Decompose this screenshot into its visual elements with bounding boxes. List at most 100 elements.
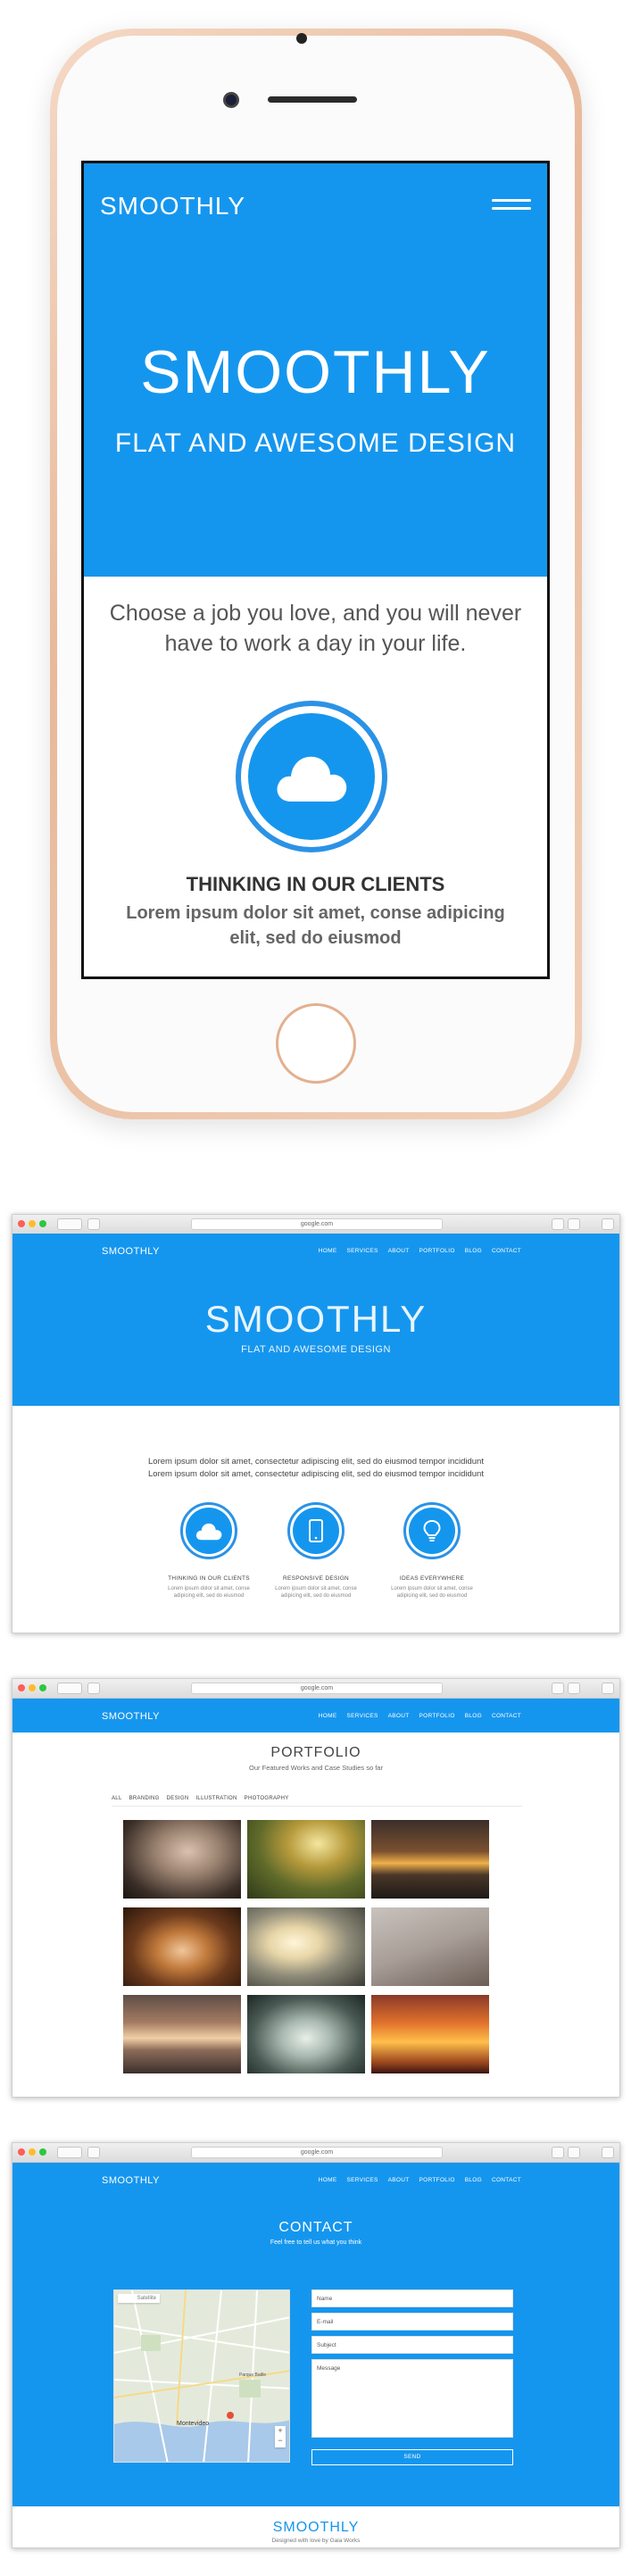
add-tab-icon[interactable]: [602, 1218, 614, 1230]
minimize-window-icon[interactable]: [29, 1220, 36, 1227]
site-brand[interactable]: SMOOTHLY: [102, 1246, 160, 1257]
minimize-window-icon[interactable]: [29, 2148, 36, 2156]
mobile-hero-title: SMOOTHLY: [140, 338, 491, 406]
filter-illustration[interactable]: ILLUSTRATION: [195, 1796, 237, 1801]
nav-item-about[interactable]: ABOUT: [388, 2177, 410, 2183]
address-bar[interactable]: google.com: [191, 2147, 443, 2158]
portfolio-thumb-jumping[interactable]: [371, 1995, 489, 2073]
portfolio-thumb-hands[interactable]: [123, 1907, 241, 1986]
nav-item-about[interactable]: ABOUT: [388, 1713, 410, 1719]
map-type-control: Map Satellite: [118, 2294, 161, 2303]
sidebar-icon[interactable]: [87, 1218, 100, 1230]
portfolio-thumb-forest[interactable]: [247, 1820, 365, 1899]
nav-item-blog[interactable]: BLOG: [465, 1248, 482, 1254]
filter-design[interactable]: DESIGN: [167, 1796, 189, 1801]
hamburger-menu-icon[interactable]: [492, 199, 531, 215]
footer-credit: Designed with love by Gaia Works: [271, 2538, 361, 2544]
front-camera-icon: [223, 92, 239, 108]
location-map[interactable]: Map Satellite Montevideo Parque Batlle +…: [113, 2289, 290, 2463]
zoom-window-icon[interactable]: [39, 1220, 46, 1227]
nav-item-portfolio[interactable]: PORTFOLIO: [419, 1248, 455, 1254]
portfolio-thumb-woman-water[interactable]: [247, 1995, 365, 2073]
portfolio-title: PORTFOLIO: [270, 1745, 361, 1760]
feature-card: IDEAS EVERYWHERE Lorem ipsum dolor sit a…: [361, 1502, 503, 1600]
share-icon[interactable]: [552, 2147, 564, 2158]
lead-line: Lorem ipsum dolor sit amet, consectetur …: [148, 1469, 484, 1479]
portfolio-thumb-sea-sunset[interactable]: [123, 1995, 241, 2073]
nav-item-home[interactable]: HOME: [319, 1248, 337, 1254]
filter-divider: [112, 1806, 522, 1807]
portfolio-filters: ALL BRANDING DESIGN ILLUSTRATION PHOTOGR…: [112, 1796, 289, 1801]
close-window-icon[interactable]: [18, 2148, 25, 2156]
nav-item-home[interactable]: HOME: [319, 1713, 337, 1719]
close-window-icon[interactable]: [18, 1684, 25, 1691]
back-forward-buttons[interactable]: [57, 1683, 82, 1694]
sidebar-icon[interactable]: [87, 2147, 100, 2158]
nav-item-services[interactable]: SERVICES: [346, 1248, 378, 1254]
map-zoom-control[interactable]: + −: [275, 2426, 286, 2447]
share-icon[interactable]: [552, 1683, 564, 1694]
map-area-label: Parque Batlle: [239, 2372, 267, 2378]
minimize-window-icon[interactable]: [29, 1684, 36, 1691]
map-city-label: Montevideo: [177, 2421, 210, 2427]
send-button[interactable]: SEND: [311, 2449, 513, 2465]
feature-text: Lorem ipsum dolor sit amet, conse adipici…: [391, 1586, 473, 1599]
back-forward-buttons[interactable]: [57, 2147, 82, 2158]
filter-all[interactable]: ALL: [112, 1796, 122, 1801]
subject-field[interactable]: Subject: [311, 2336, 513, 2354]
nav-item-services[interactable]: SERVICES: [346, 1713, 378, 1719]
nav-item-blog[interactable]: BLOG: [465, 2177, 482, 2183]
nav-item-blog[interactable]: BLOG: [465, 1713, 482, 1719]
email-field[interactable]: E-mail: [311, 2313, 513, 2331]
map-tab-map[interactable]: Map: [121, 2296, 132, 2301]
address-bar[interactable]: google.com: [191, 1218, 443, 1230]
phone-camera: [296, 33, 307, 44]
filter-branding[interactable]: BRANDING: [129, 1796, 160, 1801]
phone-speaker: [268, 96, 357, 103]
tabs-icon[interactable]: [568, 2147, 580, 2158]
nav-item-portfolio[interactable]: PORTFOLIO: [419, 1713, 455, 1719]
site-brand[interactable]: SMOOTHLY: [102, 1711, 160, 1722]
browser-window-contact: google.com SMOOTHLY HOME SERVICES ABOUT …: [12, 2142, 620, 2548]
address-bar[interactable]: google.com: [191, 1683, 443, 1694]
browser-toolbar: google.com: [12, 2143, 619, 2163]
portfolio-subtitle: Our Featured Works and Case Studies so f…: [249, 1764, 383, 1772]
mobile-icon: [309, 1519, 323, 1542]
add-tab-icon[interactable]: [602, 1683, 614, 1694]
share-icon[interactable]: [552, 1218, 564, 1230]
browser-window-home: google.com SMOOTHLY HOME SERVICES ABOUT …: [12, 1214, 620, 1633]
portfolio-thumb-silhouette[interactable]: [247, 1907, 365, 1986]
message-field[interactable]: Message: [311, 2359, 513, 2438]
back-forward-buttons[interactable]: [57, 1218, 82, 1230]
sidebar-icon[interactable]: [87, 1683, 100, 1694]
zoom-window-icon[interactable]: [39, 1684, 46, 1691]
nav-item-contact[interactable]: CONTACT: [492, 2177, 521, 2183]
cloud-icon: [195, 1523, 222, 1541]
close-window-icon[interactable]: [18, 1220, 25, 1227]
portfolio-thumb-portrait[interactable]: [123, 1820, 241, 1899]
filter-photography[interactable]: PHOTOGRAPHY: [245, 1796, 289, 1801]
nav-item-portfolio[interactable]: PORTFOLIO: [419, 2177, 455, 2183]
nav-item-contact[interactable]: CONTACT: [492, 1248, 521, 1254]
browser-toolbar: google.com: [12, 1679, 619, 1699]
map-tab-satellite[interactable]: Satellite: [137, 2296, 156, 2301]
nav-item-home[interactable]: HOME: [319, 2177, 337, 2183]
home-button[interactable]: [276, 1003, 356, 1084]
tabs-icon[interactable]: [568, 1683, 580, 1694]
nav-item-contact[interactable]: CONTACT: [492, 1713, 521, 1719]
add-tab-icon[interactable]: [602, 2147, 614, 2158]
site-nav-menu: HOME SERVICES ABOUT PORTFOLIO BLOG CONTA…: [319, 1248, 521, 1254]
nav-item-services[interactable]: SERVICES: [346, 2177, 378, 2183]
site-brand[interactable]: SMOOTHLY: [102, 2175, 160, 2186]
zoom-window-icon[interactable]: [39, 2148, 46, 2156]
portfolio-thumb-sunset-lake[interactable]: [371, 1820, 489, 1899]
tabs-icon[interactable]: [568, 1218, 580, 1230]
mobile-quote: Choose a job you love, and you will neve…: [109, 601, 522, 656]
mobile-brand[interactable]: SMOOTHLY: [100, 192, 245, 220]
site-nav-menu: HOME SERVICES ABOUT PORTFOLIO BLOG CONTA…: [319, 2177, 521, 2183]
mobile-screen: SMOOTHLY SMOOTHLY FLAT AND AWESOME DESIG…: [81, 161, 550, 979]
portfolio-thumb-branches[interactable]: [371, 1907, 489, 1986]
nav-item-about[interactable]: ABOUT: [388, 1248, 410, 1254]
contact-title: CONTACT: [278, 2220, 353, 2235]
name-field[interactable]: Name: [311, 2289, 513, 2307]
